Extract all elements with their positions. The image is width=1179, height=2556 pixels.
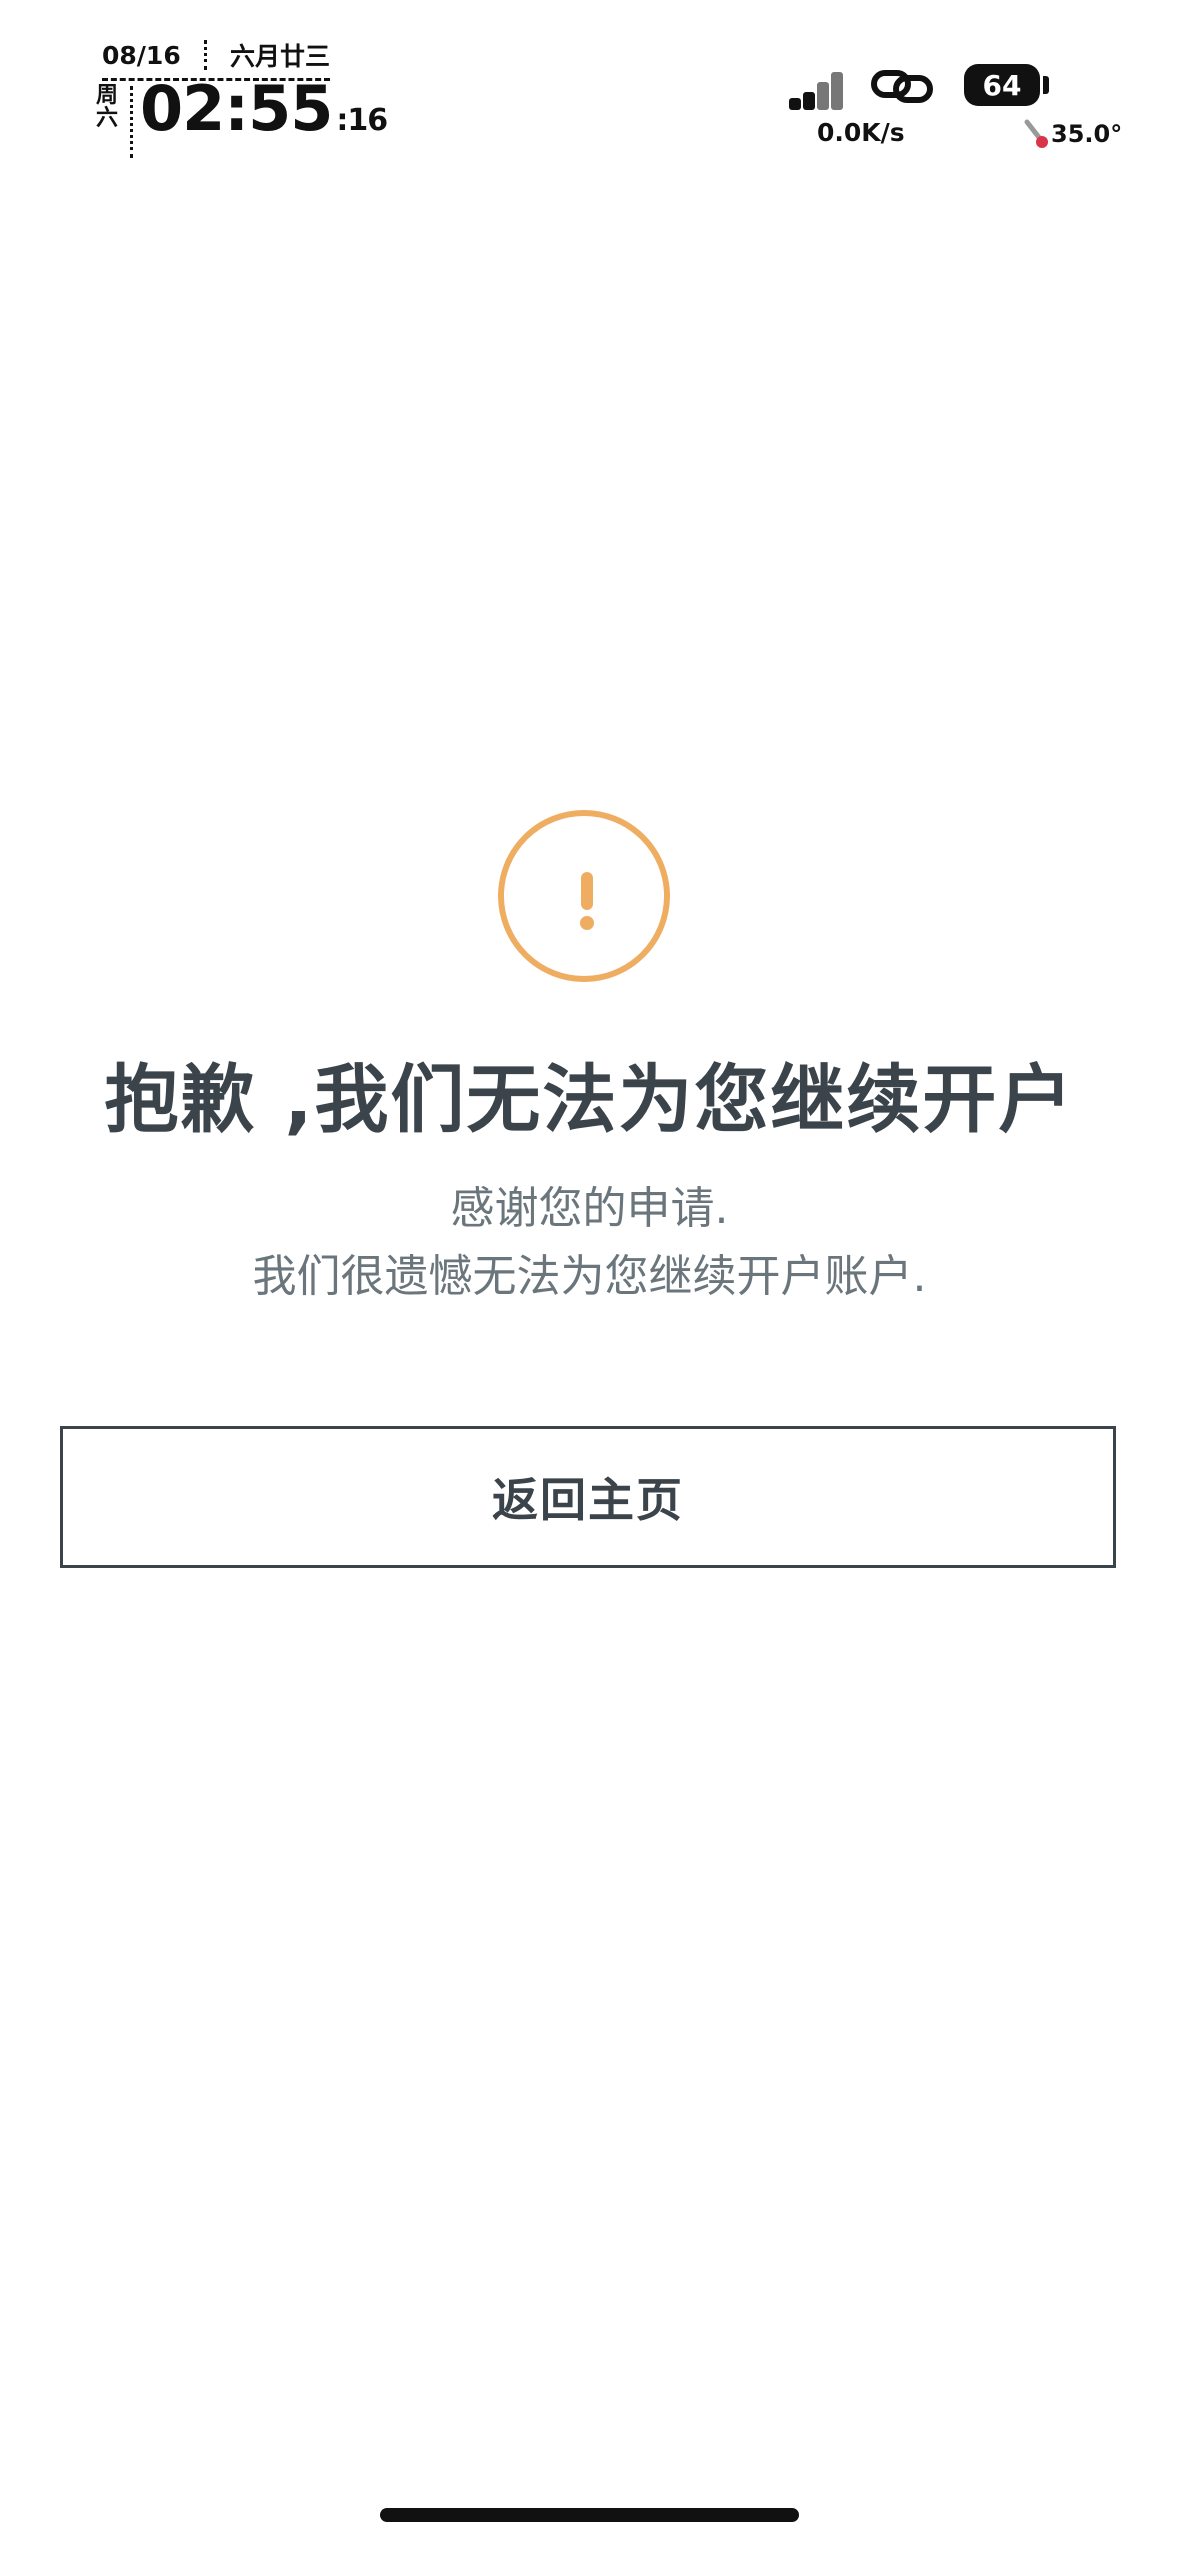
clock-hours-minutes: 02:55: [140, 72, 333, 145]
weekday-char-1: 周: [95, 83, 118, 108]
network-speed: 0.0K/s: [817, 118, 905, 147]
status-bar-indicators: 64 0.0K/s 35.0°: [789, 60, 1149, 160]
home-indicator[interactable]: [380, 2508, 799, 2522]
battery-icon: 64: [964, 64, 1040, 106]
battery-tip: [1043, 76, 1049, 94]
weekday-separator: [130, 86, 133, 158]
notice-message-line-2: 我们很遗憾无法为您继续开户账户.: [252, 1251, 927, 1302]
clock-time: 02:55 :16: [140, 72, 388, 145]
link-icon: [871, 70, 933, 103]
warning-icon: [498, 810, 670, 982]
status-bar-clock: 08/16 六月廿三 周 六 02:55 :16: [92, 30, 388, 158]
date-text: 08/16: [102, 40, 181, 70]
weekday-char-2: 六: [95, 106, 118, 131]
return-home-label: 返回主页: [492, 1473, 684, 1527]
notice-message-line-1: 感谢您的申请.: [450, 1183, 729, 1234]
return-home-button[interactable]: 返回主页: [60, 1426, 1116, 1568]
notice-title: 抱歉 ,我们无法为您继续开户: [104, 1057, 1075, 1143]
battery-level: 64: [982, 68, 1022, 102]
date-separator: [203, 40, 207, 70]
notice-message: 感谢您的申请. 我们很遗憾无法为您继续开户账户.: [0, 1175, 1179, 1311]
temperature: 35.0°: [1051, 120, 1123, 148]
signal-strength-icon: [789, 70, 843, 110]
lunar-date-text: 六月廿三: [229, 42, 330, 71]
thermometer-icon: [1024, 119, 1048, 148]
weekday: 周 六: [92, 84, 122, 130]
clock-seconds: :16: [336, 103, 388, 138]
